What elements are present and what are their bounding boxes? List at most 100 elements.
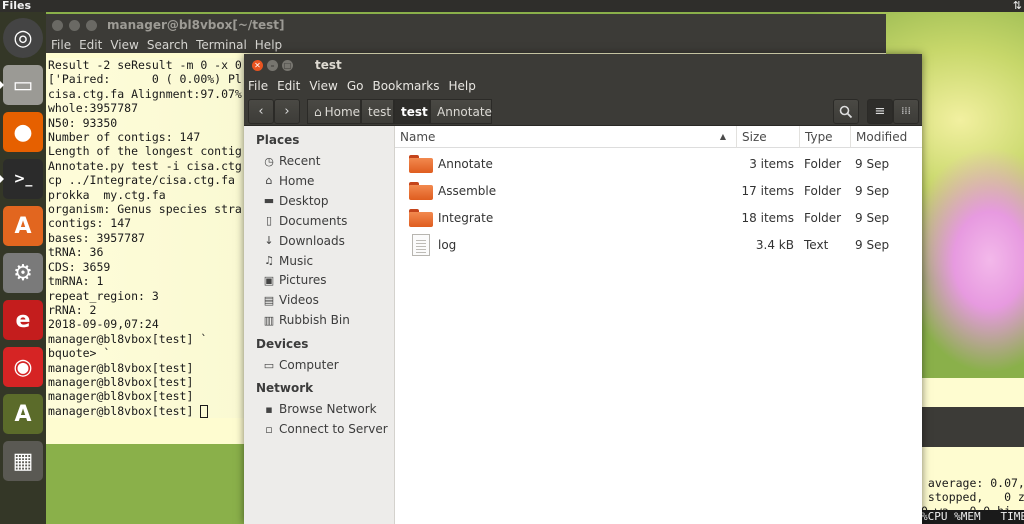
file-name: Integrate <box>438 211 494 225</box>
breadcrumb-annotate[interactable]: Annotate <box>430 99 492 124</box>
text-line-mark <box>416 243 426 244</box>
sidebar-item-label: Desktop <box>279 193 329 208</box>
launcher-terminal[interactable]: >_ <box>0 159 43 199</box>
sidebar-item-videos[interactable]: ▤ Videos <box>262 291 319 309</box>
breadcrumb-test-1[interactable]: test <box>361 99 394 124</box>
grid-view-button[interactable]: ⁞⁞⁞ <box>893 99 919 124</box>
maximize-button[interactable]: □ <box>282 59 293 71</box>
file-name: Annotate <box>438 157 493 171</box>
launcher-firefox[interactable]: ● <box>3 112 43 152</box>
launcher-system-settings[interactable]: ⚙ <box>3 253 43 293</box>
launcher-ftp-client[interactable]: e <box>3 300 43 340</box>
column-type-header[interactable]: Type <box>800 126 851 148</box>
files-menu-edit[interactable]: Edit <box>277 79 300 93</box>
terminal-menu-terminal[interactable]: Terminal <box>196 38 247 52</box>
files-menu-go[interactable]: Go <box>347 79 364 93</box>
file-row-assemble[interactable]: Assemble 17 items Folder 9 Sep <box>395 177 922 204</box>
sidebar-item-pictures[interactable]: ▣ Pictures <box>262 271 327 289</box>
launcher-files[interactable]: ▭ <box>0 65 43 105</box>
back-button[interactable]: ‹ <box>248 99 274 124</box>
terminal-menu-help[interactable]: Help <box>255 38 282 52</box>
file-manager-window[interactable]: ✕ – □ test File Edit View Go Bookmarks Help ‹… <box>244 54 922 524</box>
files-menu-bookmarks[interactable]: Bookmarks <box>372 79 439 93</box>
terminal-titlebar[interactable]: manager@bl8vbox[~/test] <box>46 14 886 36</box>
firefox-icon: ● <box>13 119 33 145</box>
sidebar-item-computer[interactable]: ▭ Computer <box>262 356 339 374</box>
file-row-log[interactable]: log 3.4 kB Text 9 Sep <box>395 231 922 258</box>
system-settings-icon: ⚙ <box>13 260 33 286</box>
places-heading: Places <box>256 133 300 147</box>
file-list: Name ▲ Size Type Modified Annotate 3 item… <box>395 126 922 524</box>
launcher-disk-app[interactable]: ◉ <box>3 347 43 387</box>
file-size: 18 items <box>741 211 794 225</box>
column-label: Name <box>400 129 436 144</box>
breadcrumb-test-current[interactable]: test <box>394 99 430 124</box>
sidebar-item-label: Music <box>279 253 314 268</box>
file-row-integrate[interactable]: Integrate 18 items Folder 9 Sep <box>395 204 922 231</box>
minimize-icon[interactable] <box>69 19 80 31</box>
sidebar-item-music[interactable]: ♫ Music <box>262 252 313 270</box>
forward-button[interactable]: › <box>274 99 300 124</box>
column-label: Type <box>805 129 833 144</box>
network-heading: Network <box>256 381 314 395</box>
file-name: Assemble <box>438 184 497 198</box>
files-menu-help[interactable]: Help <box>449 79 476 93</box>
sidebar-item-downloads[interactable]: ↓ Downloads <box>262 232 345 250</box>
files-menu-view[interactable]: View <box>309 79 337 93</box>
file-row-annotate[interactable]: Annotate 3 items Folder 9 Sep <box>395 150 922 177</box>
close-button[interactable]: ✕ <box>252 59 263 71</box>
files-titlebar[interactable]: ✕ – □ test <box>244 54 922 76</box>
pictures-icon: ▣ <box>263 273 275 287</box>
file-modified: 9 Sep <box>855 157 890 171</box>
launcher-software-updater[interactable]: A <box>3 394 43 434</box>
column-label: Size <box>742 129 767 144</box>
files-icon: ▭ <box>12 72 34 98</box>
terminal-menu-search[interactable]: Search <box>147 38 188 52</box>
files-menu-file[interactable]: File <box>248 79 268 93</box>
launcher-ubuntu-logo[interactable]: ◎ <box>3 18 43 58</box>
breadcrumb-label: Home <box>324 104 361 119</box>
launcher-software-center[interactable]: A <box>3 206 43 246</box>
network-indicator-icon[interactable]: ⇅ <box>1013 0 1022 12</box>
breadcrumb-label: test <box>368 104 392 119</box>
column-label: Modified <box>856 129 908 144</box>
sidebar-item-recent[interactable]: ◷ Recent <box>262 152 320 170</box>
sidebar-item-label: Videos <box>279 293 319 308</box>
search-button[interactable] <box>833 99 859 124</box>
list-view-button[interactable]: ≡ <box>867 99 893 124</box>
column-name-header[interactable]: Name ▲ <box>395 126 737 148</box>
file-size: 17 items <box>741 184 794 198</box>
back-icon: ‹ <box>258 104 264 119</box>
column-modified-header[interactable]: Modified <box>851 126 922 148</box>
breadcrumb-home[interactable]: ⌂ Home <box>307 99 361 124</box>
sidebar-item-documents[interactable]: ▯ Documents <box>262 212 347 230</box>
file-name: log <box>438 238 457 252</box>
music-icon: ♫ <box>264 254 274 267</box>
software-updater-icon: A <box>14 401 32 427</box>
launcher-workspace-switcher[interactable]: ▦ <box>3 441 43 481</box>
terminal-menu-edit[interactable]: Edit <box>79 38 102 52</box>
sidebar-item-browse-network[interactable]: ▪ Browse Network <box>262 400 376 418</box>
computer-icon: ▭ <box>263 358 275 372</box>
folder-icon-body <box>409 185 433 200</box>
background-terminal-window[interactable]: average: 0.07, stopped, 0 z0 wa, 0.0 hi,… <box>921 378 1024 524</box>
top-status-bar: %CPU %MEM TIME <box>921 510 1024 524</box>
sidebar-item-connect-to-server[interactable]: ▫ Connect to Server <box>262 420 388 438</box>
breadcrumb-label: Annotate <box>437 104 492 119</box>
terminal-menu-view[interactable]: View <box>110 38 138 52</box>
background-terminal-header <box>921 406 1024 447</box>
terminal-menu-file[interactable]: File <box>51 38 71 52</box>
breadcrumb-label: test <box>401 104 428 119</box>
column-size-header[interactable]: Size <box>737 126 800 148</box>
sidebar-item-desktop[interactable]: ▬ Desktop <box>262 192 329 210</box>
file-modified: 9 Sep <box>855 211 890 225</box>
files-menubar: File Edit View Go Bookmarks Help <box>244 76 922 96</box>
sidebar-item-label: Connect to Server <box>279 422 388 436</box>
close-icon[interactable] <box>52 19 63 31</box>
sidebar-item-home[interactable]: ⌂ Home <box>262 172 315 190</box>
sidebar-item-rubbish-bin[interactable]: ▥ Rubbish Bin <box>262 311 350 329</box>
minimize-button[interactable]: – <box>267 59 278 71</box>
text-line-mark <box>416 252 426 253</box>
text-line-mark <box>416 246 426 247</box>
maximize-icon[interactable] <box>86 19 97 31</box>
